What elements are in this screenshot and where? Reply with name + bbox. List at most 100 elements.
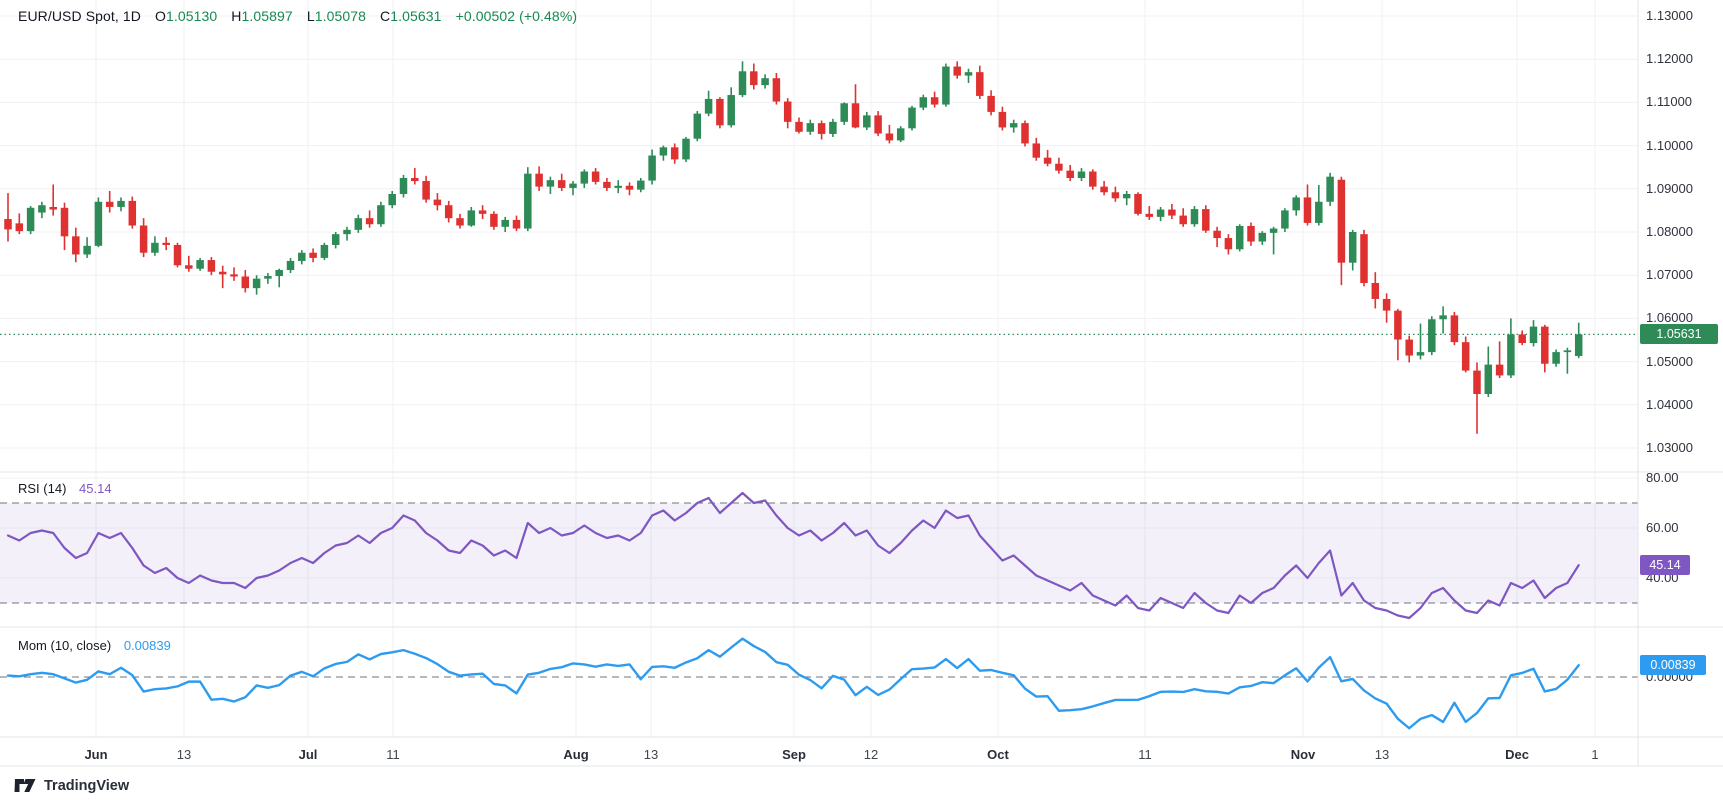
- candle: [1292, 195, 1300, 215]
- candle: [547, 177, 555, 194]
- time-axis-label: 13: [644, 747, 658, 762]
- candle: [716, 97, 724, 128]
- candle: [1552, 350, 1560, 367]
- candle: [1044, 150, 1052, 166]
- candle: [366, 210, 374, 227]
- candle: [750, 64, 758, 90]
- candle: [1259, 231, 1267, 245]
- candle: [761, 74, 769, 88]
- candle: [626, 182, 634, 195]
- candle: [196, 258, 204, 271]
- candle: [16, 213, 23, 234]
- high-value: 1.05897: [242, 8, 293, 24]
- candle: [818, 121, 826, 140]
- candle: [434, 193, 442, 210]
- tradingview-label: TradingView: [44, 778, 129, 794]
- candle: [151, 236, 159, 255]
- time-axis-label: 12: [864, 747, 878, 762]
- candle: [1485, 346, 1493, 397]
- candle: [1428, 316, 1436, 355]
- time-axis-label: Nov: [1291, 747, 1316, 762]
- chart-canvas[interactable]: [0, 0, 1723, 803]
- close-label: C: [380, 8, 390, 24]
- candle: [524, 167, 532, 231]
- rsi-title-text: RSI (14): [18, 481, 66, 496]
- price-axis-label: 1.10000: [1646, 138, 1693, 153]
- candle: [1439, 306, 1447, 333]
- candle: [242, 270, 250, 292]
- candle: [1021, 121, 1029, 147]
- time-axis-label: Aug: [563, 747, 588, 762]
- candle: [1315, 185, 1323, 226]
- time-axis-label: 11: [386, 747, 400, 762]
- candle: [942, 64, 950, 107]
- close-value: 1.05631: [390, 8, 441, 24]
- candle: [230, 267, 238, 280]
- candle: [1191, 206, 1199, 227]
- price-axis-label: 1.03000: [1646, 440, 1693, 455]
- candle: [1078, 168, 1086, 181]
- candle: [1462, 337, 1470, 373]
- candle: [727, 87, 735, 127]
- time-axis-label: Jun: [84, 747, 107, 762]
- candle: [264, 273, 272, 284]
- candle: [185, 256, 193, 272]
- candle: [694, 111, 702, 141]
- candle: [501, 217, 509, 232]
- low-label: L: [307, 8, 315, 24]
- candle: [965, 69, 973, 83]
- price-axis-label: 1.05000: [1646, 354, 1693, 369]
- mom-title-text: Mom (10, close): [18, 638, 111, 653]
- change-value: +0.00502 (+0.48%): [456, 8, 578, 24]
- mom-value-badge: 0.00839: [1640, 655, 1706, 675]
- time-axis-label: Oct: [987, 747, 1009, 762]
- candle: [852, 84, 860, 128]
- candle: [637, 178, 645, 192]
- candle: [253, 275, 261, 294]
- candle: [976, 66, 984, 99]
- time-axis-label: 11: [1138, 747, 1152, 762]
- candle: [1326, 173, 1334, 206]
- candle: [117, 197, 125, 211]
- tradingview-attribution[interactable]: TradingView: [14, 776, 129, 795]
- candle: [1179, 208, 1187, 227]
- candle: [886, 125, 894, 144]
- candle: [1518, 330, 1526, 345]
- candle: [1100, 181, 1108, 195]
- price-axis-label: 1.11000: [1646, 94, 1692, 109]
- candle: [490, 211, 498, 230]
- time-axis-label: 13: [1375, 747, 1389, 762]
- candle: [422, 176, 430, 203]
- mom-indicator-title: Mom (10, close) 0.00839: [18, 638, 171, 653]
- candle: [388, 191, 396, 208]
- candle: [1168, 204, 1176, 219]
- candle: [72, 228, 80, 263]
- candle: [1236, 224, 1244, 251]
- candle: [614, 180, 622, 193]
- tradingview-logo-icon: [14, 776, 37, 795]
- price-axis-label: 1.06000: [1646, 310, 1693, 325]
- price-axis-label: 1.08000: [1646, 224, 1693, 239]
- candle: [321, 243, 329, 260]
- candle: [1281, 208, 1289, 232]
- candle: [1134, 192, 1142, 215]
- candle: [162, 237, 170, 250]
- candle: [38, 202, 46, 218]
- candle: [773, 73, 781, 105]
- open-value: 1.05130: [166, 8, 217, 24]
- candle: [400, 175, 408, 197]
- candle: [1123, 191, 1131, 205]
- candle: [1066, 165, 1074, 181]
- candle: [829, 119, 837, 137]
- candle: [807, 120, 815, 135]
- candle: [908, 106, 916, 131]
- candle: [355, 215, 363, 233]
- candle: [1575, 323, 1583, 358]
- candle: [999, 107, 1007, 131]
- rsi-value-badge: 45.14: [1640, 555, 1690, 575]
- candle: [27, 206, 34, 234]
- candle: [445, 201, 453, 223]
- candle: [174, 243, 182, 268]
- low-value: 1.05078: [315, 8, 366, 24]
- price-gridlines: [0, 16, 1638, 448]
